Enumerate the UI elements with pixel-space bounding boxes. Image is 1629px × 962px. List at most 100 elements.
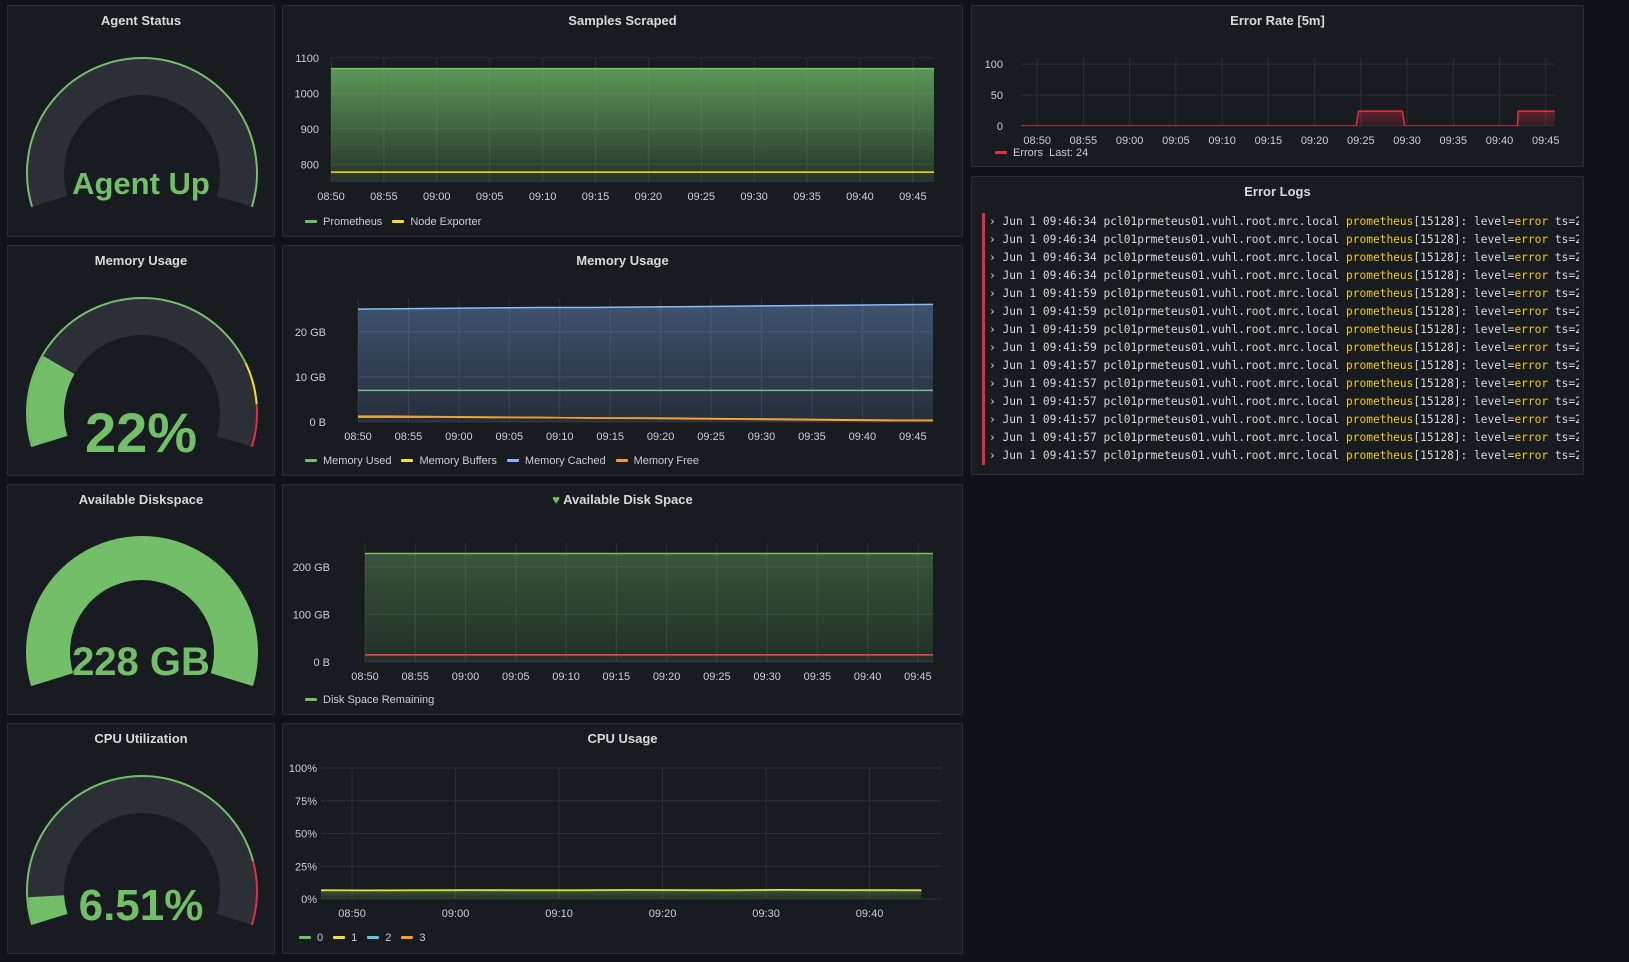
legend-item[interactable]: 0 — [299, 932, 323, 944]
chart-legend: 0 1 2 3 — [299, 930, 436, 944]
gauge-panel-cpu-utilization[interactable]: CPU Utilization 6.51% — [7, 723, 275, 954]
log-process: prometheus — [1346, 287, 1414, 300]
x-tick-label: 09:30 — [740, 191, 768, 203]
log-tail: ts=2 — [1548, 305, 1579, 318]
gauge-panel-agent-status[interactable]: Agent Status Agent Up — [7, 5, 275, 237]
legend-item[interactable]: Memory Buffers — [401, 455, 497, 467]
legend-item[interactable]: Memory Cached — [506, 455, 606, 467]
log-tail: ts=2 — [1548, 413, 1579, 426]
memory-usage-panel[interactable]: Memory Usage 0 B 10 GB 20 GB 08:50 08:55 09:0… — [282, 245, 963, 476]
x-tick-label: 09:25 — [697, 431, 725, 443]
log-tail: ts=2 — [1548, 431, 1579, 444]
legend-item[interactable]: 1 — [333, 932, 357, 944]
gauge-panel-available-diskspace[interactable]: Available Diskspace 228 GB — [7, 484, 275, 715]
legend-label: 3 — [419, 931, 426, 944]
log-row[interactable]: › Jun 1 09:46:34 pcl01prmeteus01.vuhl.ro… — [982, 267, 1579, 285]
legend-item[interactable]: Prometheus — [305, 216, 382, 228]
x-tick-label: 09:45 — [1532, 135, 1560, 147]
log-row[interactable]: › Jun 1 09:41:59 pcl01prmeteus01.vuhl.ro… — [982, 285, 1579, 303]
chart-legend: Errors Last: 24 — [995, 145, 1098, 159]
x-tick-label: 09:05 — [496, 431, 524, 443]
plot-area — [321, 888, 922, 899]
x-tick-label: 09:20 — [647, 431, 675, 443]
available-disk-space-chart: 0 B 100 GB 200 GB 08:50 08:55 09:00 09:05 09:10… — [293, 543, 933, 683]
gauge-panel-memory-usage[interactable]: Memory Usage 22% — [7, 245, 275, 476]
x-tick-label: 09:10 — [552, 671, 580, 683]
chevron-right-icon[interactable]: › — [989, 359, 1002, 372]
log-pid: [15128]: level= — [1413, 287, 1515, 300]
x-tick-label: 09:05 — [476, 191, 504, 203]
legend-swatch — [305, 698, 317, 701]
chevron-right-icon[interactable]: › — [989, 215, 1002, 228]
log-date: Jun 1 09:46:34 — [1002, 251, 1097, 264]
legend-label: 1 — [351, 931, 358, 944]
legend-item[interactable]: 3 — [401, 931, 426, 944]
x-tick-label: 09:30 — [753, 671, 781, 683]
x-tick-label: 09:00 — [423, 191, 451, 203]
log-pid: [15128]: level= — [1413, 341, 1515, 354]
log-row[interactable]: › Jun 1 09:41:57 pcl01prmeteus01.vuhl.ro… — [982, 429, 1579, 447]
x-tick-label: 09:15 — [603, 671, 631, 683]
available-disk-space-panel[interactable]: ♥ Available Disk Space 0 B 100 GB 200 GB 08… — [282, 484, 963, 715]
chevron-right-icon[interactable]: › — [989, 377, 1002, 390]
chevron-right-icon[interactable]: › — [989, 251, 1002, 264]
chevron-right-icon[interactable]: › — [989, 269, 1002, 282]
legend-swatch — [367, 936, 380, 939]
log-host: pcl01prmeteus01.vuhl.root.mrc.local — [1103, 215, 1340, 228]
legend-item[interactable]: Memory Used — [305, 455, 391, 467]
legend-label: Disk Space Remaining — [323, 693, 435, 706]
chevron-right-icon[interactable]: › — [989, 395, 1002, 408]
error-logs-panel[interactable]: Error Logs › Jun 1 09:46:34 pcl01prmeteu… — [971, 176, 1584, 475]
log-row[interactable]: › Jun 1 09:41:59 pcl01prmeteus01.vuhl.ro… — [982, 321, 1579, 339]
x-tick-label: 09:15 — [1255, 135, 1283, 147]
log-row[interactable]: › Jun 1 09:41:57 pcl01prmeteus01.vuhl.ro… — [982, 357, 1579, 375]
chevron-right-icon[interactable]: › — [989, 449, 1002, 462]
legend-label: Node Exporter — [410, 215, 482, 228]
log-date: Jun 1 09:41:57 — [1002, 431, 1097, 444]
error-rate-panel[interactable]: Error Rate [5m] 0 50 100 08:50 08:55 09:00 09:… — [971, 5, 1584, 167]
log-level: error — [1514, 359, 1549, 372]
log-row[interactable]: › Jun 1 09:46:34 pcl01prmeteus01.vuhl.ro… — [982, 231, 1579, 249]
log-row[interactable]: › Jun 1 09:46:34 pcl01prmeteus01.vuhl.ro… — [982, 213, 1579, 231]
y-tick-label: 1100 — [295, 53, 319, 65]
legend-item[interactable]: 2 — [367, 932, 391, 944]
chevron-right-icon[interactable]: › — [989, 413, 1002, 426]
log-level: error — [1514, 413, 1549, 426]
legend-item[interactable]: Node Exporter — [392, 216, 481, 228]
x-tick-label: 08:50 — [317, 191, 345, 203]
chevron-right-icon[interactable]: › — [989, 341, 1002, 354]
gauge-value: Agent Up — [72, 166, 210, 201]
log-process: prometheus — [1346, 251, 1414, 264]
chevron-right-icon[interactable]: › — [989, 233, 1002, 246]
log-row[interactable]: › Jun 1 09:41:59 pcl01prmeteus01.vuhl.ro… — [982, 339, 1579, 357]
cpu-usage-panel[interactable]: CPU Usage 0% 25% 50% 75% 100% 08:50 09:00 09:10… — [282, 723, 963, 954]
log-pid: [15128]: level= — [1413, 377, 1515, 390]
log-row[interactable]: › Jun 1 09:41:57 pcl01prmeteus01.vuhl.ro… — [982, 375, 1579, 393]
log-pid: [15128]: level= — [1413, 215, 1515, 228]
x-tick-label: 09:45 — [904, 671, 932, 683]
log-process: prometheus — [1346, 431, 1414, 444]
log-list: › Jun 1 09:46:34 pcl01prmeteus01.vuhl.ro… — [982, 213, 1579, 465]
log-tail: ts=2 — [1548, 323, 1579, 336]
chevron-right-icon[interactable]: › — [989, 323, 1002, 336]
log-row[interactable]: › Jun 1 09:46:34 pcl01prmeteus01.vuhl.ro… — [982, 249, 1579, 267]
legend-item[interactable]: Disk Space Remaining — [305, 694, 434, 706]
log-date: Jun 1 09:41:57 — [1002, 377, 1097, 390]
log-date: Jun 1 09:41:57 — [1002, 449, 1097, 462]
log-row[interactable]: › Jun 1 09:41:57 pcl01prmeteus01.vuhl.ro… — [982, 447, 1579, 465]
series-area — [321, 890, 922, 899]
legend-label: Errors — [1013, 146, 1043, 159]
chevron-right-icon[interactable]: › — [989, 287, 1002, 300]
legend-item[interactable]: Memory Free — [615, 455, 699, 467]
log-row[interactable]: › Jun 1 09:41:59 pcl01prmeteus01.vuhl.ro… — [982, 303, 1579, 321]
log-date: Jun 1 09:46:34 — [1002, 215, 1097, 228]
y-tick-label: 100 — [985, 59, 1003, 71]
legend-item[interactable]: Errors Last: 24 — [995, 147, 1088, 159]
chevron-right-icon[interactable]: › — [989, 305, 1002, 318]
samples-scraped-panel[interactable]: Samples Scraped 800 900 1000 1100 08:50 08:55… — [282, 5, 963, 237]
log-row[interactable]: › Jun 1 09:41:57 pcl01prmeteus01.vuhl.ro… — [982, 393, 1579, 411]
x-tick-label: 09:40 — [1486, 135, 1514, 147]
log-row[interactable]: › Jun 1 09:41:57 pcl01prmeteus01.vuhl.ro… — [982, 411, 1579, 429]
x-tick-label: 09:00 — [442, 908, 470, 920]
chevron-right-icon[interactable]: › — [989, 431, 1002, 444]
